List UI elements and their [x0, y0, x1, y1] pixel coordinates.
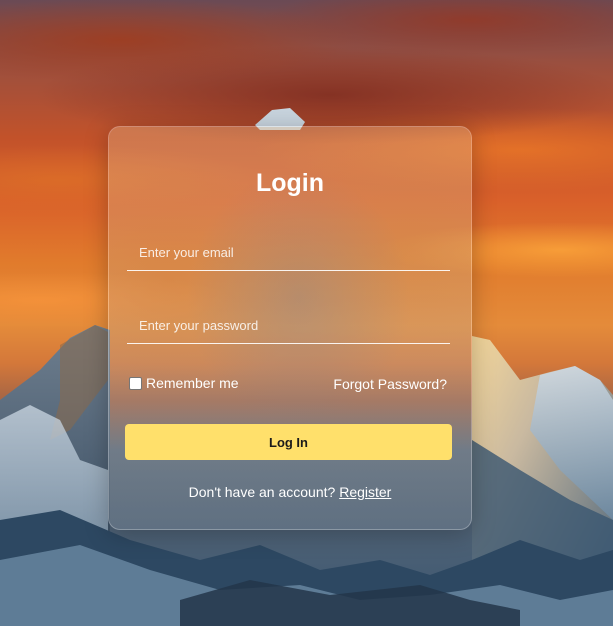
- login-title: Login: [255, 169, 325, 197]
- login-card: Login Remember me Forgot Password? Log I…: [108, 126, 472, 530]
- form-options-row: Remember me Forgot Password?: [129, 375, 447, 393]
- password-input[interactable]: [127, 307, 450, 343]
- email-input[interactable]: [127, 234, 450, 270]
- remember-me-checkbox[interactable]: [129, 376, 142, 390]
- password-field-wrapper: [127, 307, 450, 344]
- login-button[interactable]: Log In: [125, 424, 452, 460]
- remember-me-option[interactable]: Remember me: [129, 375, 239, 391]
- email-field-wrapper: [127, 234, 450, 271]
- register-prompt-text: Don't have an account?: [188, 484, 336, 500]
- register-prompt-row: Don't have an account? Register: [109, 484, 471, 500]
- forgot-password-link[interactable]: Forgot Password?: [333, 376, 447, 392]
- remember-me-label: Remember me: [146, 375, 239, 391]
- register-link[interactable]: Register: [339, 484, 391, 500]
